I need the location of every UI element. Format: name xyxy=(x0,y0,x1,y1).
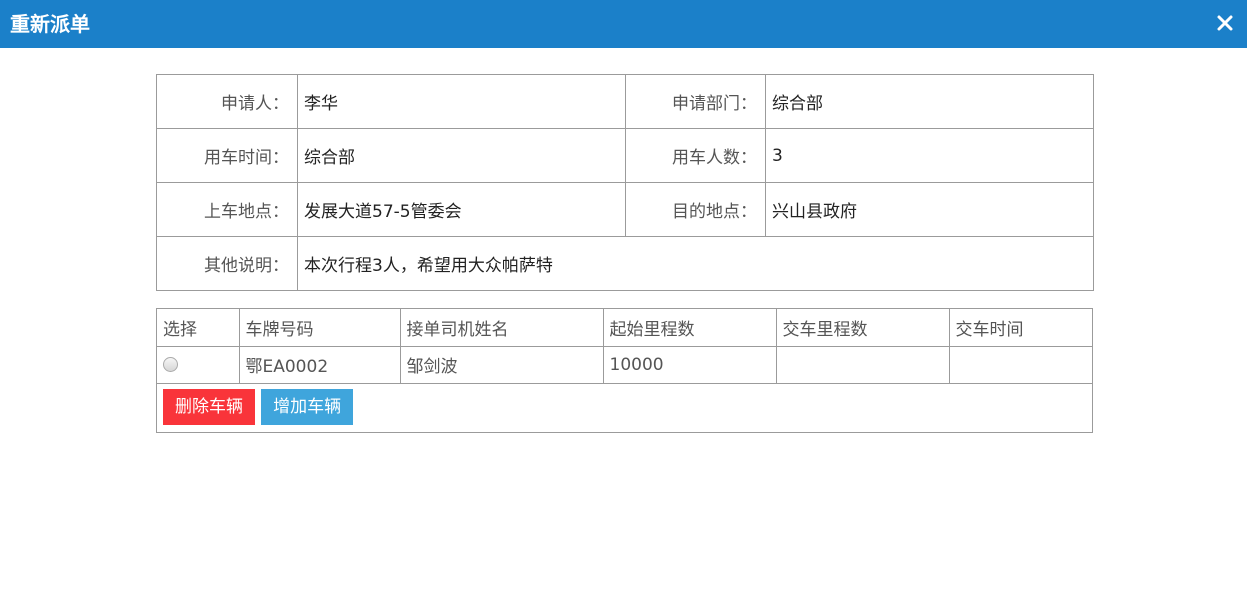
department-value: 综合部 xyxy=(765,74,1094,129)
return-time-cell[interactable] xyxy=(948,345,1092,384)
passengers-value: 3 xyxy=(765,128,1094,183)
pickup-label: 上车地点： xyxy=(156,182,298,237)
return-mileage-cell[interactable] xyxy=(775,345,950,384)
notes-label: 其他说明： xyxy=(156,236,298,291)
destination-label: 目的地点： xyxy=(625,182,766,237)
add-vehicle-button[interactable]: 增加车辆 xyxy=(261,389,354,425)
use-time-value: 综合部 xyxy=(297,128,626,183)
destination-value: 兴山县政府 xyxy=(765,182,1094,237)
vehicle-panel: 选择 车牌号码 接单司机姓名 起始里程数 交车里程数 交车时间 鄂EA0002 … xyxy=(156,308,1093,433)
header-start-mileage: 起始里程数 xyxy=(602,309,777,347)
start-mileage-cell: 10000 xyxy=(602,345,777,384)
info-row-applicant: 申请人： 李华 申请部门： 综合部 xyxy=(156,74,1094,129)
passengers-label: 用车人数： xyxy=(625,128,766,183)
dialog-title: 重新派单 xyxy=(10,12,90,36)
notes-value: 本次行程3人，希望用大众帕萨特 xyxy=(297,236,1094,291)
header-select: 选择 xyxy=(157,309,240,347)
header-plate: 车牌号码 xyxy=(238,309,401,347)
close-icon[interactable] xyxy=(1213,11,1237,35)
select-cell xyxy=(157,345,240,384)
table-row: 鄂EA0002 邹剑波 10000 xyxy=(157,345,1092,384)
applicant-label: 申请人： xyxy=(156,74,298,129)
info-row-time: 用车时间： 综合部 用车人数： 3 xyxy=(156,128,1094,183)
plate-cell: 鄂EA0002 xyxy=(238,345,401,384)
info-row-location: 上车地点： 发展大道57-5管委会 目的地点： 兴山县政府 xyxy=(156,182,1094,237)
pickup-value: 发展大道57-5管委会 xyxy=(297,182,626,237)
order-info-table: 申请人： 李华 申请部门： 综合部 用车时间： 综合部 用车人数： 3 上车地点… xyxy=(156,74,1094,291)
use-time-label: 用车时间： xyxy=(156,128,298,183)
header-return-time: 交车时间 xyxy=(948,309,1092,347)
info-row-notes: 其他说明： 本次行程3人，希望用大众帕萨特 xyxy=(156,236,1094,291)
vehicle-select-radio[interactable] xyxy=(163,357,178,372)
vehicle-table-header: 选择 车牌号码 接单司机姓名 起始里程数 交车里程数 交车时间 xyxy=(157,309,1092,347)
dialog-titlebar: 重新派单 xyxy=(0,0,1247,48)
header-driver: 接单司机姓名 xyxy=(399,309,604,347)
department-label: 申请部门： xyxy=(625,74,766,129)
applicant-value: 李华 xyxy=(297,74,626,129)
delete-vehicle-button[interactable]: 删除车辆 xyxy=(163,389,255,425)
vehicle-actions: 删除车辆 增加车辆 xyxy=(163,389,354,425)
vehicle-table: 选择 车牌号码 接单司机姓名 起始里程数 交车里程数 交车时间 鄂EA0002 … xyxy=(157,309,1092,384)
driver-cell: 邹剑波 xyxy=(399,345,604,384)
header-return-mileage: 交车里程数 xyxy=(775,309,950,347)
